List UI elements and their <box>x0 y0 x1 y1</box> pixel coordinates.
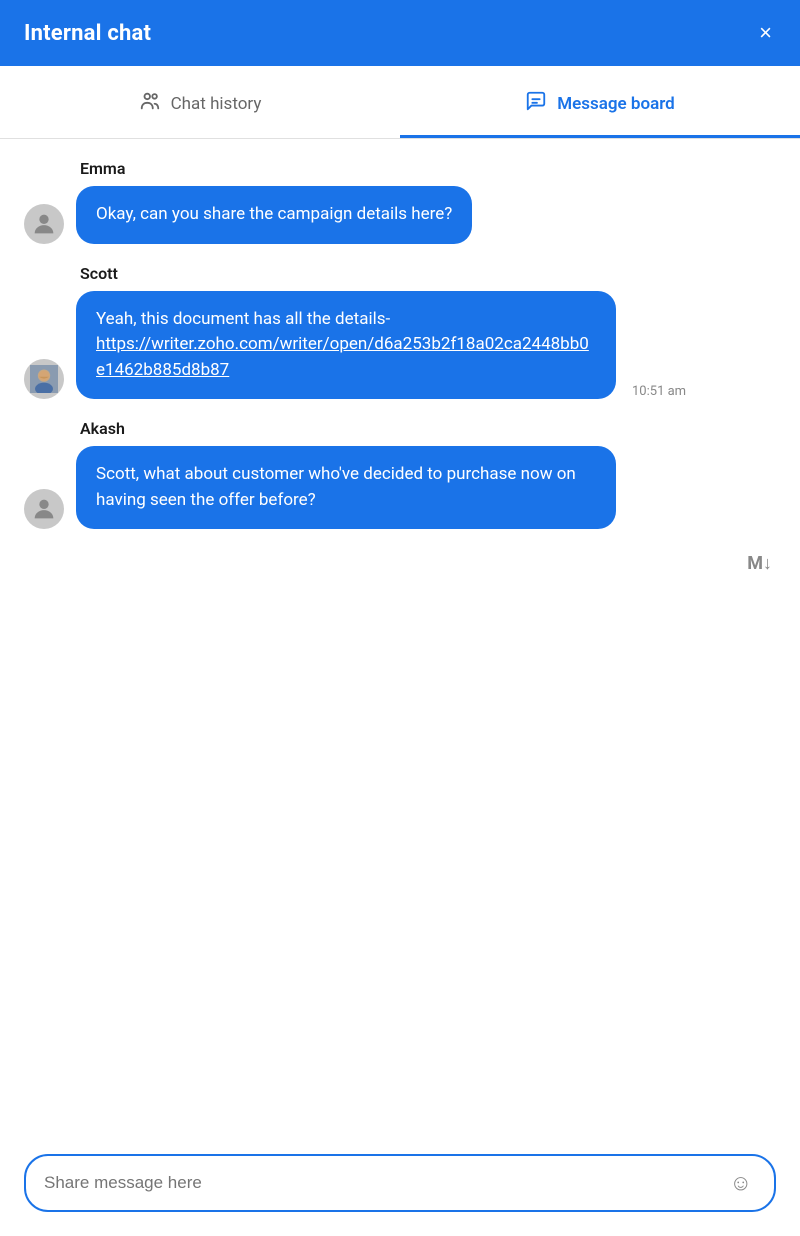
tab-chat-history-label: Chat history <box>171 94 262 114</box>
input-area: ☺ <box>0 1138 800 1236</box>
message-time-scott: 10:51 am <box>632 384 686 399</box>
message-text-scott-before: Yeah, this document has all the details- <box>96 309 390 329</box>
avatar-emma <box>24 204 64 244</box>
tabs: Chat history Message board <box>0 66 800 139</box>
markdown-indicator: M↓ <box>24 553 776 574</box>
message-board-icon <box>525 90 547 117</box>
message-input[interactable] <box>44 1173 726 1193</box>
message-row-emma: Okay, can you share the campaign details… <box>24 186 776 244</box>
close-button[interactable]: × <box>755 18 776 48</box>
message-group-emma: Emma Okay, can you share the campaign de… <box>24 159 776 244</box>
emoji-icon: ☺ <box>730 1170 752 1195</box>
sender-name-scott: Scott <box>24 264 776 283</box>
tab-message-board[interactable]: Message board <box>400 66 800 138</box>
message-link-scott[interactable]: https://writer.zoho.com/writer/open/d6a2… <box>96 334 589 380</box>
sender-name-emma: Emma <box>24 159 776 178</box>
chat-history-icon <box>139 90 161 117</box>
avatar-akash <box>24 489 64 529</box>
sender-name-akash: Akash <box>24 419 776 438</box>
tab-chat-history[interactable]: Chat history <box>0 66 400 138</box>
bubble-akash: Scott, what about customer who've decide… <box>76 446 616 529</box>
message-group-akash: Akash Scott, what about customer who've … <box>24 419 776 529</box>
tab-message-board-label: Message board <box>557 94 675 114</box>
bubble-scott: Yeah, this document has all the details-… <box>76 291 616 400</box>
app-title: Internal chat <box>24 21 151 46</box>
message-text-akash: Scott, what about customer who've decide… <box>96 464 576 510</box>
avatar-scott <box>24 359 64 399</box>
chat-area: Emma Okay, can you share the campaign de… <box>0 139 800 1138</box>
message-row-akash: Scott, what about customer who've decide… <box>24 446 776 529</box>
message-group-scott: Scott Yeah, this document has all the de… <box>24 264 776 400</box>
message-row-scott: Yeah, this document has all the details-… <box>24 291 776 400</box>
bubble-emma: Okay, can you share the campaign details… <box>76 186 472 244</box>
input-wrapper: ☺ <box>24 1154 776 1212</box>
header: Internal chat × <box>0 0 800 66</box>
app-container: Internal chat × Chat history <box>0 0 800 1236</box>
message-text-emma: Okay, can you share the campaign details… <box>96 204 452 224</box>
emoji-button[interactable]: ☺ <box>726 1170 756 1196</box>
markdown-icon: M↓ <box>747 553 772 574</box>
